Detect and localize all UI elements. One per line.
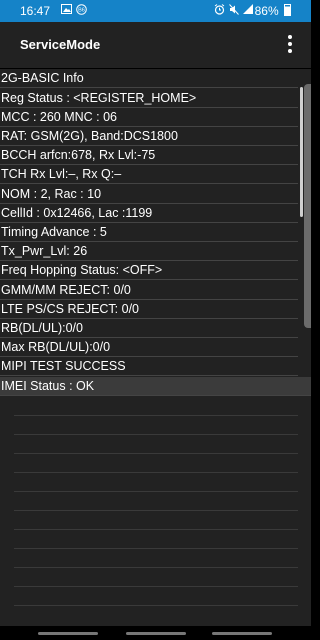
empty-divider (14, 548, 298, 549)
empty-divider (14, 529, 298, 530)
list-item: LTE PS/CS REJECT: 0/0 (0, 300, 298, 319)
list-item: RAT: GSM(2G), Band:DCS1800 (0, 127, 298, 146)
scrollbar-thumb[interactable] (300, 87, 303, 217)
service-info-list[interactable]: 2G-BASIC Info Reg Status : <REGISTER_HOM… (0, 69, 311, 626)
mute-icon (229, 4, 239, 19)
alarm-icon (214, 4, 225, 19)
list-item: MIPI TEST SUCCESS (0, 357, 298, 376)
list-item: MCC : 260 MNC : 06 (0, 108, 298, 127)
list-item: CellId : 0x12466, Lac :1199 (0, 204, 298, 223)
list-item: Timing Advance : 5 (0, 223, 298, 242)
empty-divider (14, 453, 298, 454)
back-button[interactable] (212, 632, 272, 635)
svg-text:B6: B6 (78, 8, 85, 14)
empty-divider (14, 567, 298, 568)
list-item: Max RB(DL/UL):0/0 (0, 338, 298, 357)
list-item: Tx_Pwr_Lvl: 26 (0, 242, 298, 261)
more-vert-icon[interactable] (283, 32, 297, 56)
notification-icon: B6 (76, 4, 87, 19)
list-item: NOM : 2, Rac : 10 (0, 185, 298, 204)
empty-divider (14, 586, 298, 587)
empty-divider (14, 472, 298, 473)
image-icon (61, 4, 72, 18)
list-item: RB(DL/UL):0/0 (0, 319, 298, 338)
list-item: GMM/MM REJECT: 0/0 (0, 281, 298, 300)
list-item: 2G-BASIC Info (0, 69, 298, 88)
home-button[interactable] (126, 632, 186, 635)
empty-divider (14, 415, 298, 416)
battery-icon (284, 4, 291, 16)
empty-divider (14, 491, 298, 492)
battery-percentage: 86% (255, 4, 291, 18)
status-time: 16:47 (20, 4, 51, 18)
app-bar: ServiceMode (0, 22, 311, 68)
empty-divider (14, 434, 298, 435)
list-item: IMEI Status : OK (0, 377, 311, 396)
page-title: ServiceMode (20, 37, 101, 52)
list-item: BCCH arfcn:678, Rx Lvl:-75 (0, 146, 298, 165)
status-bar: 16:47 B6 86% (0, 0, 311, 22)
navigation-bar (0, 626, 311, 640)
list-item: Reg Status : <REGISTER_HOME> (0, 89, 298, 108)
empty-divider (14, 510, 298, 511)
list-item: TCH Rx Lvl:–, Rx Q:– (0, 165, 298, 184)
recents-button[interactable] (38, 632, 98, 635)
list-item: Freq Hopping Status: <OFF> (0, 261, 298, 280)
scrollbar-edge[interactable] (304, 84, 311, 328)
empty-divider (14, 605, 298, 606)
signal-icon (243, 4, 253, 18)
